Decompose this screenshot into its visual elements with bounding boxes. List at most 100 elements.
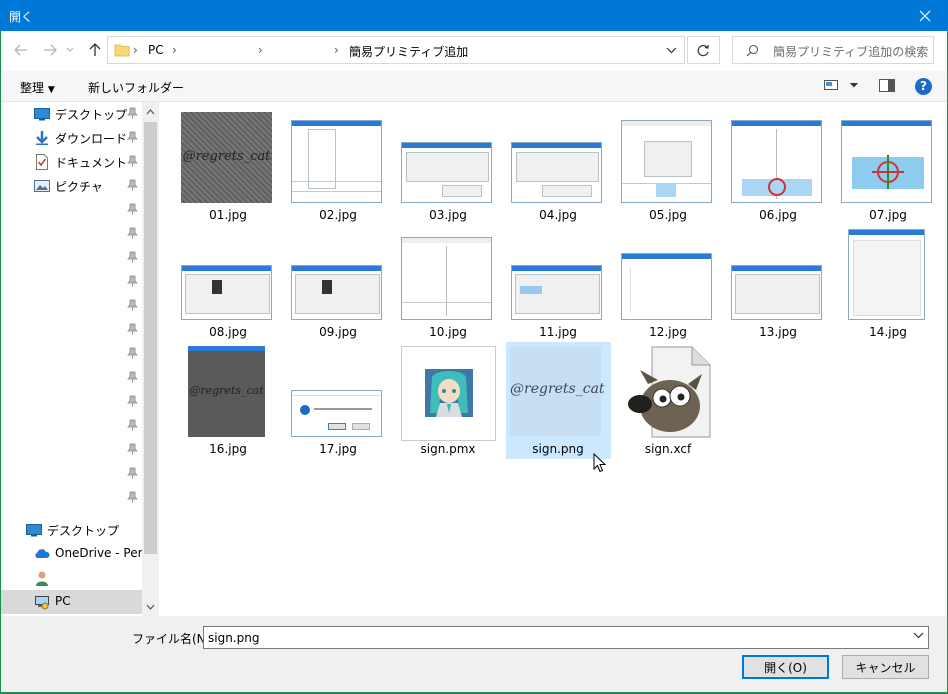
nav-item-label: PC	[55, 594, 71, 608]
nav-item-pinned[interactable]	[0, 318, 142, 342]
filename-input[interactable]: sign.png	[203, 626, 929, 649]
file-thumbnail: @regrets_cat	[188, 346, 265, 437]
file-item[interactable]: @regrets_cat 16.jpg	[176, 340, 280, 456]
nav-item-label: OneDrive - Perso	[55, 546, 142, 560]
file-item[interactable]: 07.jpg	[836, 106, 940, 222]
help-button[interactable]: ?	[915, 78, 932, 95]
nav-item-downloads[interactable]: ダウンロード	[0, 126, 142, 150]
change-view-button[interactable]	[824, 79, 860, 95]
file-thumbnail	[401, 142, 492, 203]
file-item[interactable]: sign.xcf	[616, 340, 720, 456]
pin-icon[interactable]	[127, 251, 138, 264]
address-bar[interactable]: › PC › › › 簡易プリミティブ追加	[107, 36, 685, 64]
forward-button[interactable]	[40, 41, 60, 59]
pin-icon[interactable]	[127, 395, 138, 408]
nav-item-user[interactable]	[0, 566, 142, 590]
chevron-down-icon[interactable]	[913, 632, 924, 639]
pin-icon[interactable]	[127, 347, 138, 360]
open-button[interactable]: 開く(O)	[742, 655, 829, 679]
cancel-button[interactable]: キャンセル	[842, 655, 929, 679]
file-item[interactable]: 11.jpg	[506, 223, 610, 339]
nav-item-pinned[interactable]	[0, 198, 142, 222]
nav-item-pinned[interactable]	[0, 294, 142, 318]
nav-pane-scrollbar[interactable]	[142, 102, 159, 616]
pin-icon[interactable]	[127, 275, 138, 288]
download-icon	[36, 131, 48, 145]
onedrive-icon	[35, 549, 50, 558]
nav-item-documents[interactable]: ドキュメント	[0, 150, 142, 174]
file-item[interactable]: 02.jpg	[286, 106, 390, 222]
file-item[interactable]: 10.jpg	[396, 223, 500, 339]
file-item[interactable]: 09.jpg	[286, 223, 390, 339]
nav-item-desktop[interactable]: デスクトップ	[0, 102, 142, 126]
pin-icon[interactable]	[127, 179, 138, 192]
nav-item-pinned[interactable]	[0, 414, 142, 438]
file-item[interactable]: sign.pmx	[396, 340, 500, 456]
pin-icon[interactable]	[127, 419, 138, 432]
file-item[interactable]: 13.jpg	[726, 223, 830, 339]
documents-icon	[36, 154, 48, 170]
nav-item-pinned[interactable]	[0, 366, 142, 390]
file-item[interactable]: @regrets_cat 01.jpg	[176, 106, 280, 222]
nav-item-pinned[interactable]	[0, 270, 142, 294]
chevron-down-icon[interactable]	[666, 47, 677, 54]
nav-item-pinned[interactable]	[0, 342, 142, 366]
file-thumbnail	[841, 120, 932, 203]
new-folder-button[interactable]: 新しいフォルダー	[88, 79, 184, 96]
user-icon	[36, 571, 48, 586]
back-button[interactable]	[11, 41, 31, 59]
nav-item-pinned[interactable]	[0, 246, 142, 270]
file-item[interactable]: 12.jpg	[616, 223, 720, 339]
nav-item-onedrive[interactable]: OneDrive - Perso	[0, 542, 142, 566]
file-item[interactable]: 17.jpg	[286, 340, 390, 456]
breadcrumb-current-folder[interactable]: 簡易プリミティブ追加	[349, 43, 468, 60]
navigation-bar: › PC › › › 簡易プリミティブ追加 簡易プリミティブ追加の検索	[0, 31, 948, 71]
preview-pane-button[interactable]	[879, 79, 895, 93]
scroll-up-button[interactable]	[145, 106, 156, 117]
nav-item-pictures[interactable]: ピクチャ	[0, 174, 142, 198]
file-item[interactable]: 05.jpg	[616, 106, 720, 222]
file-item[interactable]: 04.jpg	[506, 106, 610, 222]
pin-icon[interactable]	[127, 443, 138, 456]
pin-icon[interactable]	[127, 155, 138, 168]
pin-icon[interactable]	[127, 203, 138, 216]
pin-icon[interactable]	[127, 467, 138, 480]
pin-icon[interactable]	[127, 299, 138, 312]
search-box[interactable]: 簡易プリミティブ追加の検索	[732, 36, 934, 64]
refresh-button[interactable]	[687, 36, 720, 64]
file-item[interactable]: 06.jpg	[726, 106, 830, 222]
file-item[interactable]: 03.jpg	[396, 106, 500, 222]
pin-icon[interactable]	[127, 371, 138, 384]
breadcrumb-separator: ›	[258, 43, 263, 57]
folder-icon	[114, 44, 130, 57]
nav-item-pc[interactable]: PC	[0, 590, 142, 614]
nav-item-pinned[interactable]	[0, 390, 142, 414]
pin-icon[interactable]	[127, 227, 138, 240]
up-button[interactable]	[85, 41, 105, 59]
pin-icon[interactable]	[127, 323, 138, 336]
close-icon	[919, 10, 931, 21]
nav-item-label: ドキュメント	[55, 156, 128, 170]
pin-icon[interactable]	[127, 491, 138, 504]
nav-item-pinned[interactable]	[0, 222, 142, 246]
pin-icon[interactable]	[127, 131, 138, 144]
command-toolbar: 整理 ▼ 新しいフォルダー ?	[0, 71, 948, 102]
nav-item-pinned[interactable]	[0, 438, 142, 462]
file-item-selected[interactable]: @regrets_cat sign.png	[506, 342, 611, 459]
file-thumbnail	[181, 265, 272, 320]
breadcrumb-pc[interactable]: PC	[148, 43, 164, 57]
scroll-thumb[interactable]	[144, 122, 157, 554]
file-item[interactable]: 14.jpg	[836, 223, 940, 339]
file-thumbnail	[291, 120, 382, 203]
nav-item-pinned[interactable]	[0, 486, 142, 510]
file-name: 13.jpg	[759, 325, 797, 339]
close-button[interactable]	[902, 0, 948, 31]
thumbnail-signature: @regrets_cat	[189, 384, 264, 397]
recent-locations-button[interactable]	[63, 41, 77, 59]
organize-menu[interactable]: 整理 ▼	[20, 79, 55, 96]
scroll-down-button[interactable]	[145, 601, 156, 612]
file-item[interactable]: 08.jpg	[176, 223, 280, 339]
nav-item-pinned[interactable]	[0, 462, 142, 486]
nav-item-desktop-root[interactable]: デスクトップ	[0, 518, 142, 542]
pin-icon[interactable]	[127, 107, 138, 120]
